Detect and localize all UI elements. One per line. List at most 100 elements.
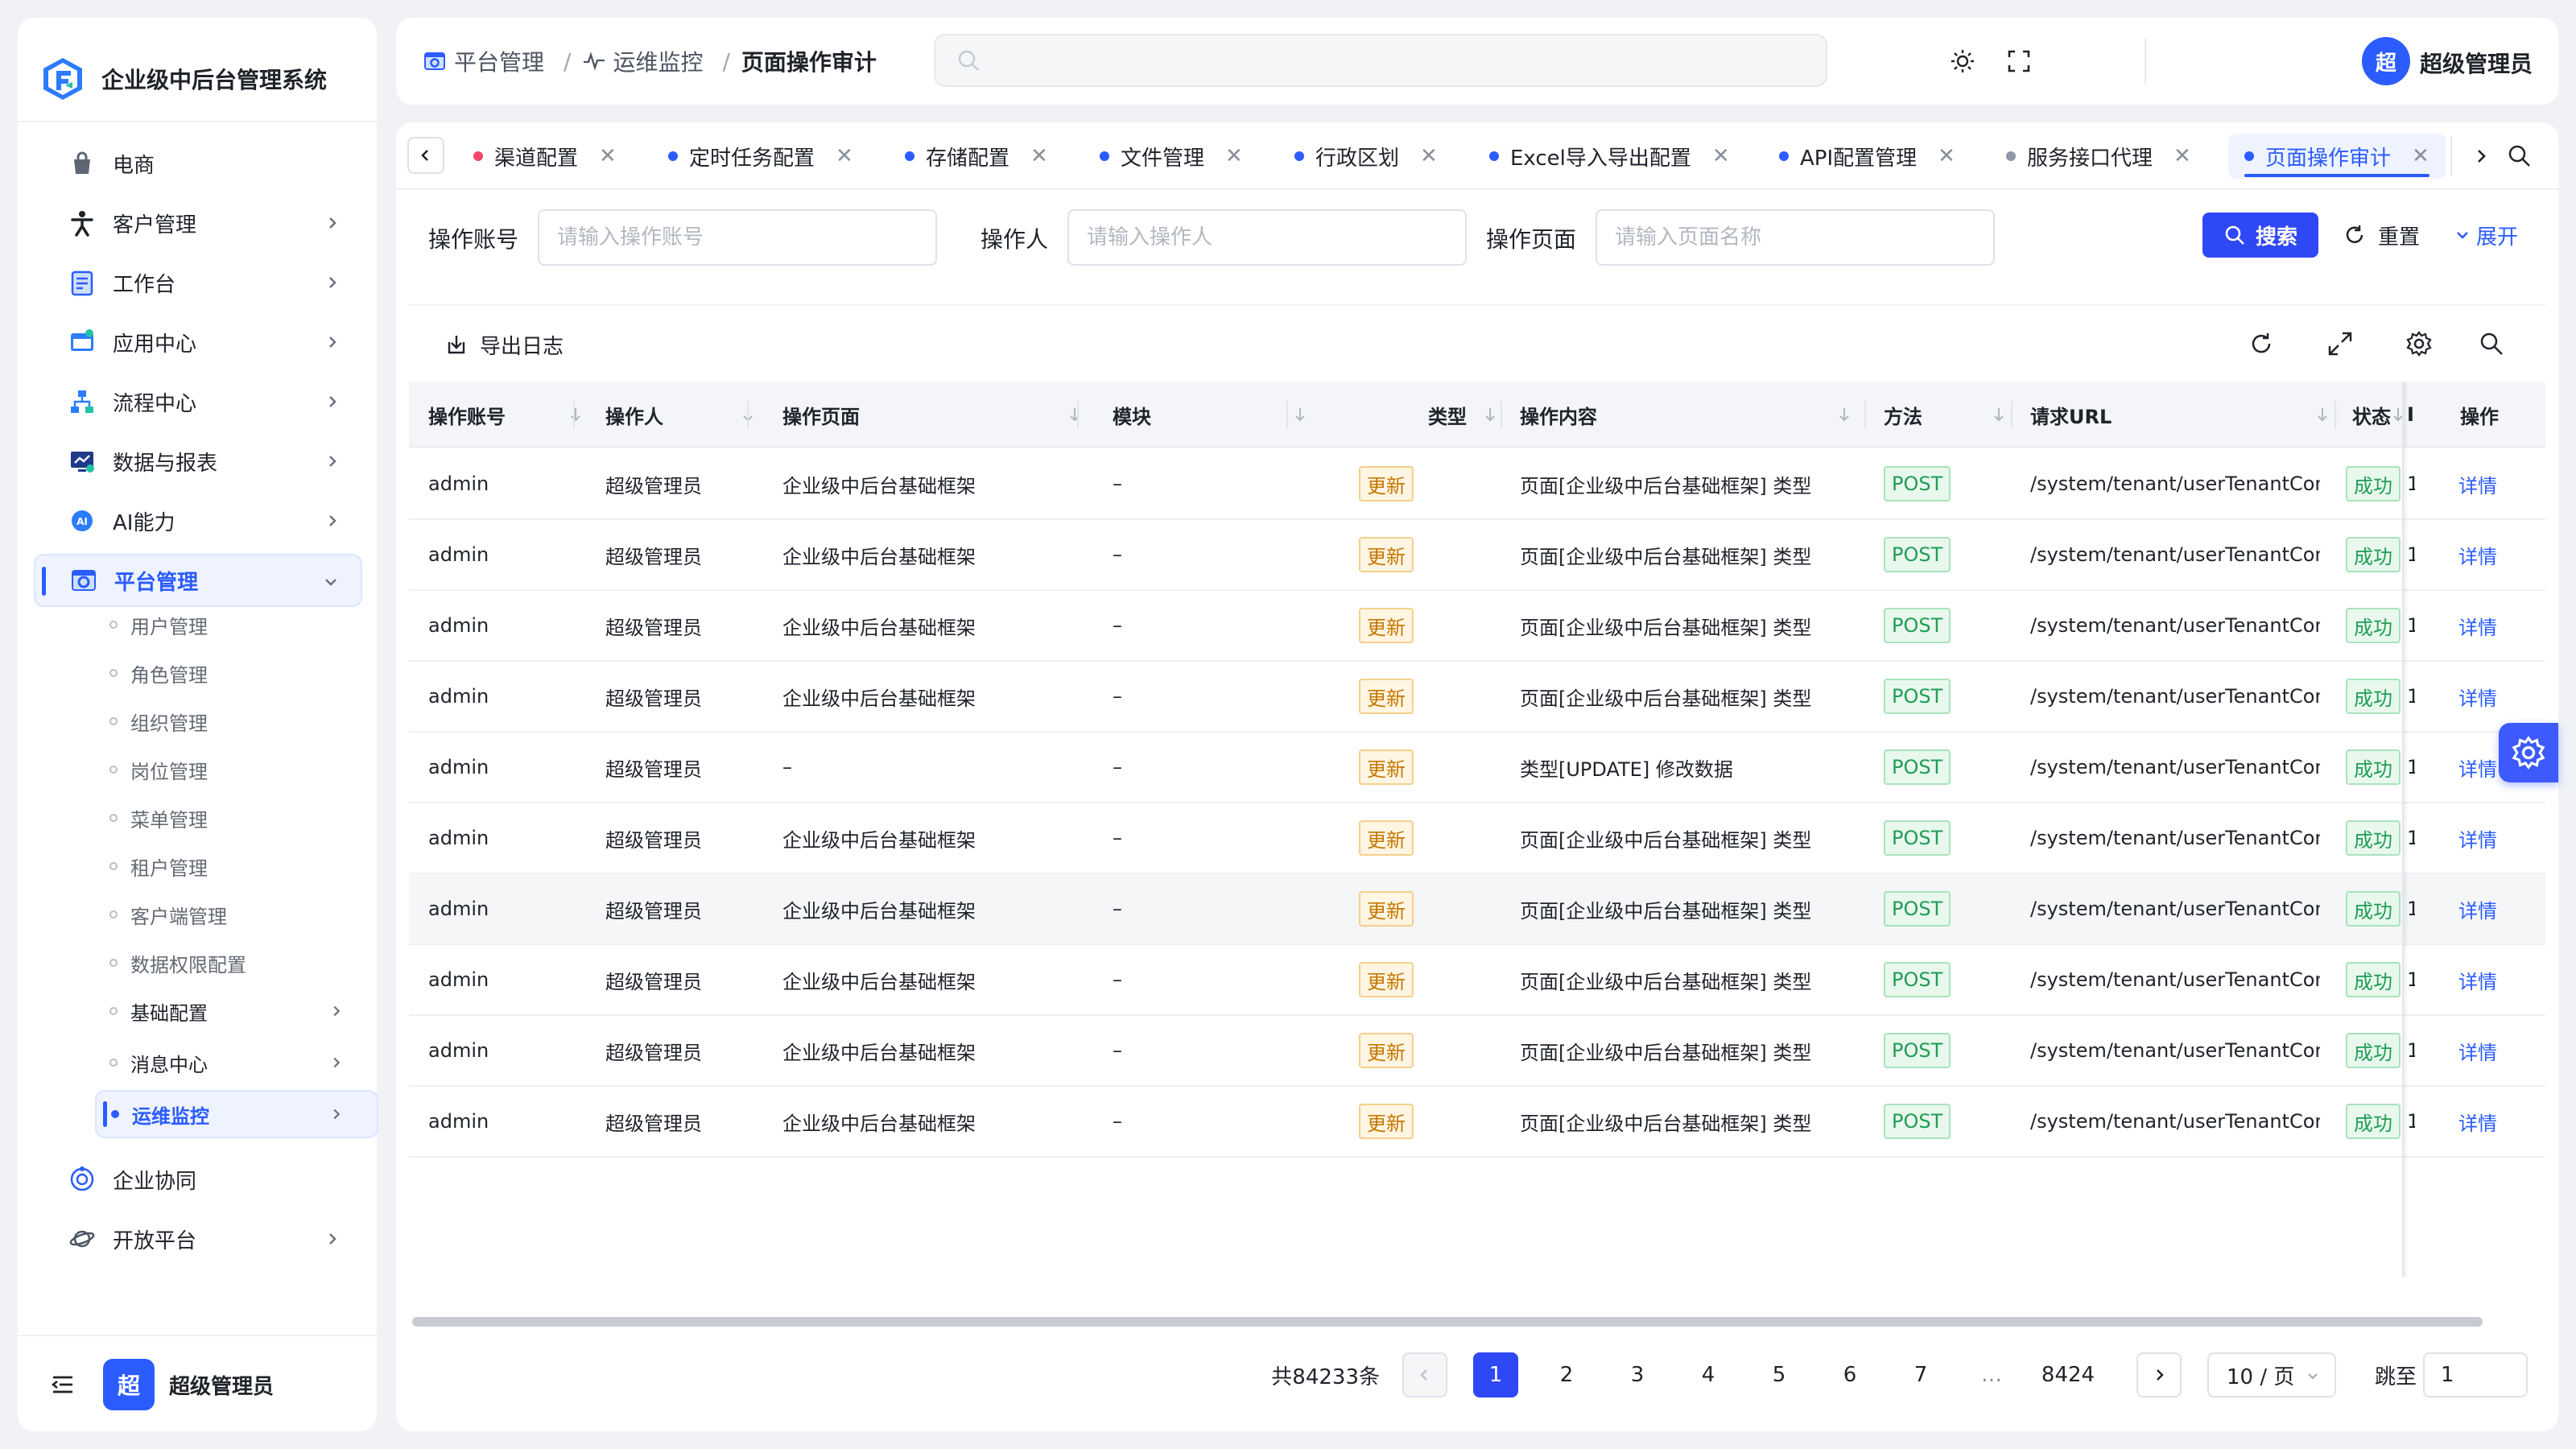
sidebar-item-collaboration[interactable]: 企业协同 — [34, 1153, 362, 1206]
tab-api-config[interactable]: API配置管理 ✕ — [1779, 134, 1955, 179]
detail-link[interactable]: 详情 — [2458, 753, 2497, 782]
tab-storage-config[interactable]: 存储配置 ✕ — [905, 134, 1048, 179]
sidebar-item-app-center[interactable]: 应用中心 — [34, 316, 362, 369]
sidebar-item-open-platform[interactable]: 开放平台 — [34, 1212, 362, 1265]
close-icon[interactable]: ✕ — [599, 144, 617, 168]
sidebar-subitem-user[interactable]: 用户管理 — [95, 602, 377, 647]
page-button[interactable]: 3 — [1615, 1352, 1660, 1397]
page-button[interactable]: 7 — [1898, 1352, 1943, 1397]
operator-filter-input[interactable] — [1067, 209, 1467, 266]
column-header[interactable]: 方法 — [1884, 382, 2013, 448]
detail-link[interactable]: 详情 — [2458, 895, 2497, 923]
tab-page-audit[interactable]: 页面操作审计 ✕ — [2228, 134, 2446, 179]
sort-icon[interactable] — [1483, 406, 1497, 423]
detail-link[interactable]: 详情 — [2458, 1108, 2497, 1136]
table-row[interactable]: admin 超级管理员 企业级中后台基础框架 – 更新 页面[企业级中后台基础框架] 类型… — [409, 803, 2545, 874]
sidebar-item-platform[interactable]: 平台管理 — [34, 554, 362, 607]
sidebar-subitem-tenant[interactable]: 租户管理 — [95, 844, 377, 889]
sort-icon[interactable] — [568, 406, 583, 423]
sidebar-item-process-center[interactable]: 流程中心 — [34, 375, 362, 428]
reset-button[interactable]: 重置 — [2343, 213, 2420, 258]
tab-region[interactable]: 行政区划 ✕ — [1294, 134, 1438, 179]
detail-link[interactable]: 详情 — [2458, 1037, 2497, 1065]
table-row[interactable]: admin 超级管理员 企业级中后台基础框架 – 更新 页面[企业级中后台基础框架] 类型… — [409, 1087, 2545, 1158]
sidebar-subitem-data-permission[interactable]: 数据权限配置 — [95, 940, 377, 985]
close-icon[interactable]: ✕ — [1420, 144, 1438, 168]
refresh-icon[interactable] — [2248, 330, 2275, 357]
detail-link[interactable]: 详情 — [2458, 683, 2497, 711]
column-header[interactable]: 操作页面 — [782, 382, 1088, 448]
sort-icon[interactable] — [1837, 406, 1852, 423]
sort-icon[interactable] — [1992, 406, 2006, 423]
tab-excel-config[interactable]: Excel导入导出配置 ✕ — [1489, 134, 1730, 179]
sidebar-subitem-ops-monitor[interactable]: 运维监控 — [95, 1090, 378, 1138]
sidebar-item-ecommerce[interactable]: 电商 — [34, 137, 362, 190]
jump-page-input[interactable]: 1 — [2423, 1352, 2528, 1397]
sidebar-item-customer[interactable]: 客户管理 — [34, 196, 362, 250]
expand-arrows-icon[interactable] — [2326, 330, 2354, 357]
column-header[interactable]: 操作账号 — [428, 382, 589, 448]
tab-service-proxy[interactable]: 服务接口代理 ✕ — [2006, 134, 2191, 179]
sidebar-subitem-message-center[interactable]: 消息中心 — [95, 1040, 377, 1085]
column-header[interactable]: 状态 — [2341, 382, 2405, 448]
table-row[interactable]: admin 超级管理员 企业级中后台基础框架 – 更新 页面[企业级中后台基础框架] 类型… — [409, 945, 2545, 1016]
page-button[interactable]: 8424 — [2032, 1352, 2104, 1397]
gear-icon[interactable] — [2405, 330, 2433, 357]
close-icon[interactable]: ✕ — [2412, 144, 2429, 168]
floating-settings-button[interactable] — [2499, 723, 2558, 782]
sort-icon[interactable] — [1293, 406, 1307, 423]
chevron-right-icon[interactable] — [2471, 147, 2491, 166]
tab-file-management[interactable]: 文件管理 ✕ — [1100, 134, 1243, 179]
tab-channel-config[interactable]: 渠道配置 ✕ — [473, 134, 617, 179]
close-icon[interactable]: ✕ — [836, 144, 853, 168]
avatar[interactable]: 超 — [2362, 37, 2410, 85]
tab-scroll-left-button[interactable] — [407, 137, 444, 174]
sun-icon[interactable] — [1950, 48, 1975, 74]
breadcrumb-item[interactable]: 运维监控 — [613, 45, 703, 77]
next-page-button[interactable] — [2136, 1352, 2182, 1397]
search-button[interactable]: 搜索 — [2202, 213, 2318, 258]
avatar[interactable]: 超 — [103, 1359, 155, 1410]
column-header[interactable]: 模块 — [1113, 382, 1314, 448]
column-header[interactable]: 类型 — [1343, 382, 1504, 448]
page-button[interactable]: 5 — [1757, 1352, 1802, 1397]
expand-button[interactable]: 展开 — [2454, 213, 2518, 258]
column-header[interactable]: 操作人 — [605, 382, 762, 448]
sidebar-subitem-client[interactable]: 客户端管理 — [95, 892, 377, 937]
detail-link[interactable]: 详情 — [2458, 612, 2497, 640]
sidebar-subitem-menu[interactable]: 菜单管理 — [95, 795, 377, 840]
sort-icon[interactable] — [2315, 406, 2330, 423]
fullscreen-icon[interactable] — [2006, 48, 2032, 74]
sidebar-item-data-reports[interactable]: 数据与报表 — [34, 435, 362, 488]
table-row[interactable]: admin 超级管理员 企业级中后台基础框架 – 更新 页面[企业级中后台基础框架] 类型… — [409, 591, 2545, 662]
detail-link[interactable]: 详情 — [2458, 966, 2497, 994]
sidebar-subitem-role[interactable]: 角色管理 — [95, 650, 377, 696]
breadcrumb-item[interactable]: 平台管理 — [454, 45, 544, 77]
table-row[interactable]: admin 超级管理员 企业级中后台基础框架 – 更新 页面[企业级中后台基础框架] 类型… — [409, 874, 2545, 945]
column-header[interactable]: 请求URL — [2030, 382, 2336, 448]
page-filter-input[interactable] — [1596, 209, 1995, 266]
search-icon[interactable] — [2478, 330, 2505, 357]
horizontal-scrollbar[interactable] — [412, 1317, 2483, 1327]
close-icon[interactable]: ✕ — [1225, 144, 1243, 168]
detail-link[interactable]: 详情 — [2458, 470, 2497, 498]
table-row[interactable]: admin 超级管理员 企业级中后台基础框架 – 更新 页面[企业级中后台基础框架] 类型… — [409, 1016, 2545, 1087]
close-icon[interactable]: ✕ — [1030, 144, 1048, 168]
table-row[interactable]: admin 超级管理员 – – 更新 类型[UPDATE] 修改数据 POST/system… — [409, 733, 2545, 803]
prev-page-button[interactable] — [1402, 1352, 1447, 1397]
page-ellipsis[interactable]: … — [1969, 1352, 2014, 1397]
tab-cron-config[interactable]: 定时任务配置 ✕ — [668, 134, 853, 179]
page-size-select[interactable]: 10 / 页 — [2207, 1352, 2336, 1397]
search-icon[interactable] — [2507, 143, 2533, 169]
close-icon[interactable]: ✕ — [1712, 144, 1730, 168]
export-log-button[interactable]: 导出日志 — [444, 322, 564, 367]
sidebar-item-ai[interactable]: AI AI能力 — [34, 494, 362, 547]
close-icon[interactable]: ✕ — [2174, 144, 2191, 168]
menu-collapse-icon[interactable] — [50, 1372, 76, 1397]
page-button[interactable]: 6 — [1827, 1352, 1872, 1397]
user-name[interactable]: 超级管理员 — [2420, 47, 2533, 79]
column-header[interactable]: 操作内容 — [1520, 382, 1858, 448]
sidebar-subitem-org[interactable]: 组织管理 — [95, 699, 377, 744]
brand[interactable]: 企业级中后台管理系统 — [40, 39, 327, 119]
sidebar-subitem-post[interactable]: 岗位管理 — [95, 747, 377, 792]
